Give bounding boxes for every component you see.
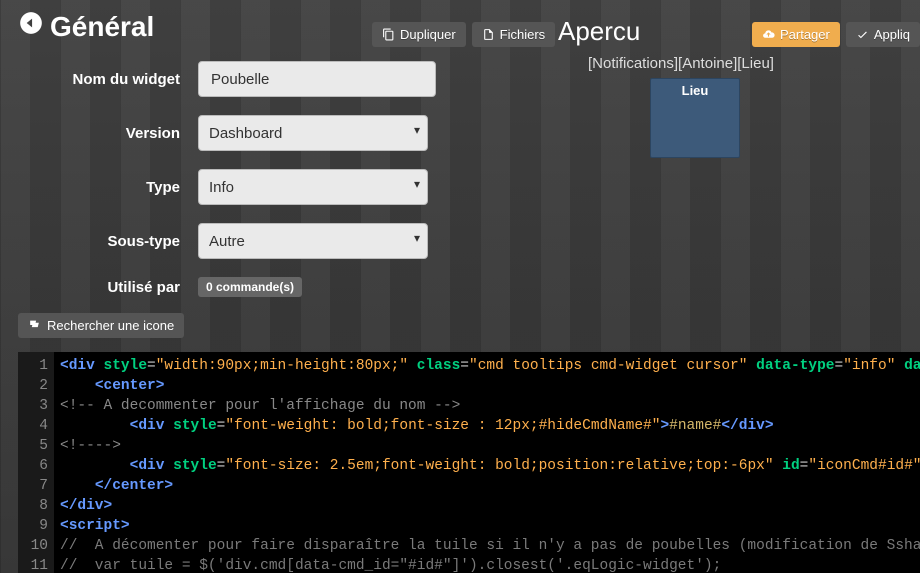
page-title: Général [50,11,154,43]
code-gutter: 1234567891011 [18,352,54,573]
check-icon [856,27,869,42]
files-button[interactable]: Fichiers [472,22,556,47]
label-type: Type [18,179,198,196]
preview-tile[interactable]: Lieu [650,78,740,158]
label-widget-name: Nom du widget [18,71,198,88]
breadcrumb-item[interactable]: [Antoine] [678,55,737,72]
breadcrumb-item[interactable]: [Lieu] [737,55,774,72]
tile-title: Lieu [651,79,739,98]
breadcrumb-item[interactable]: [Notifications] [588,55,678,72]
usedby-badge: 0 commande(s) [198,277,302,297]
copy-icon [382,27,395,42]
flag-icon [28,318,41,333]
cloud-upload-icon [762,27,775,42]
code-editor[interactable]: 1234567891011 <div style="width:90px;min… [18,352,920,573]
label-usedby: Utilisé par [18,279,198,296]
subtype-select[interactable]: Autre [198,223,428,259]
duplicate-button[interactable]: Dupliquer [372,22,466,47]
breadcrumb: [Notifications][Antoine][Lieu] [588,55,920,72]
file-icon [482,27,495,42]
back-icon[interactable] [18,10,44,43]
apply-button[interactable]: Appliq [846,22,920,47]
version-select[interactable]: Dashboard [198,115,428,151]
label-version: Version [18,125,198,142]
share-button[interactable]: Partager [752,22,840,47]
search-icon-button[interactable]: Rechercher une icone [18,313,184,338]
type-select[interactable]: Info [198,169,428,205]
widget-name-input[interactable] [198,61,436,97]
code-content[interactable]: <div style="width:90px;min-height:80px;"… [54,352,920,573]
label-subtype: Sous-type [18,233,198,250]
